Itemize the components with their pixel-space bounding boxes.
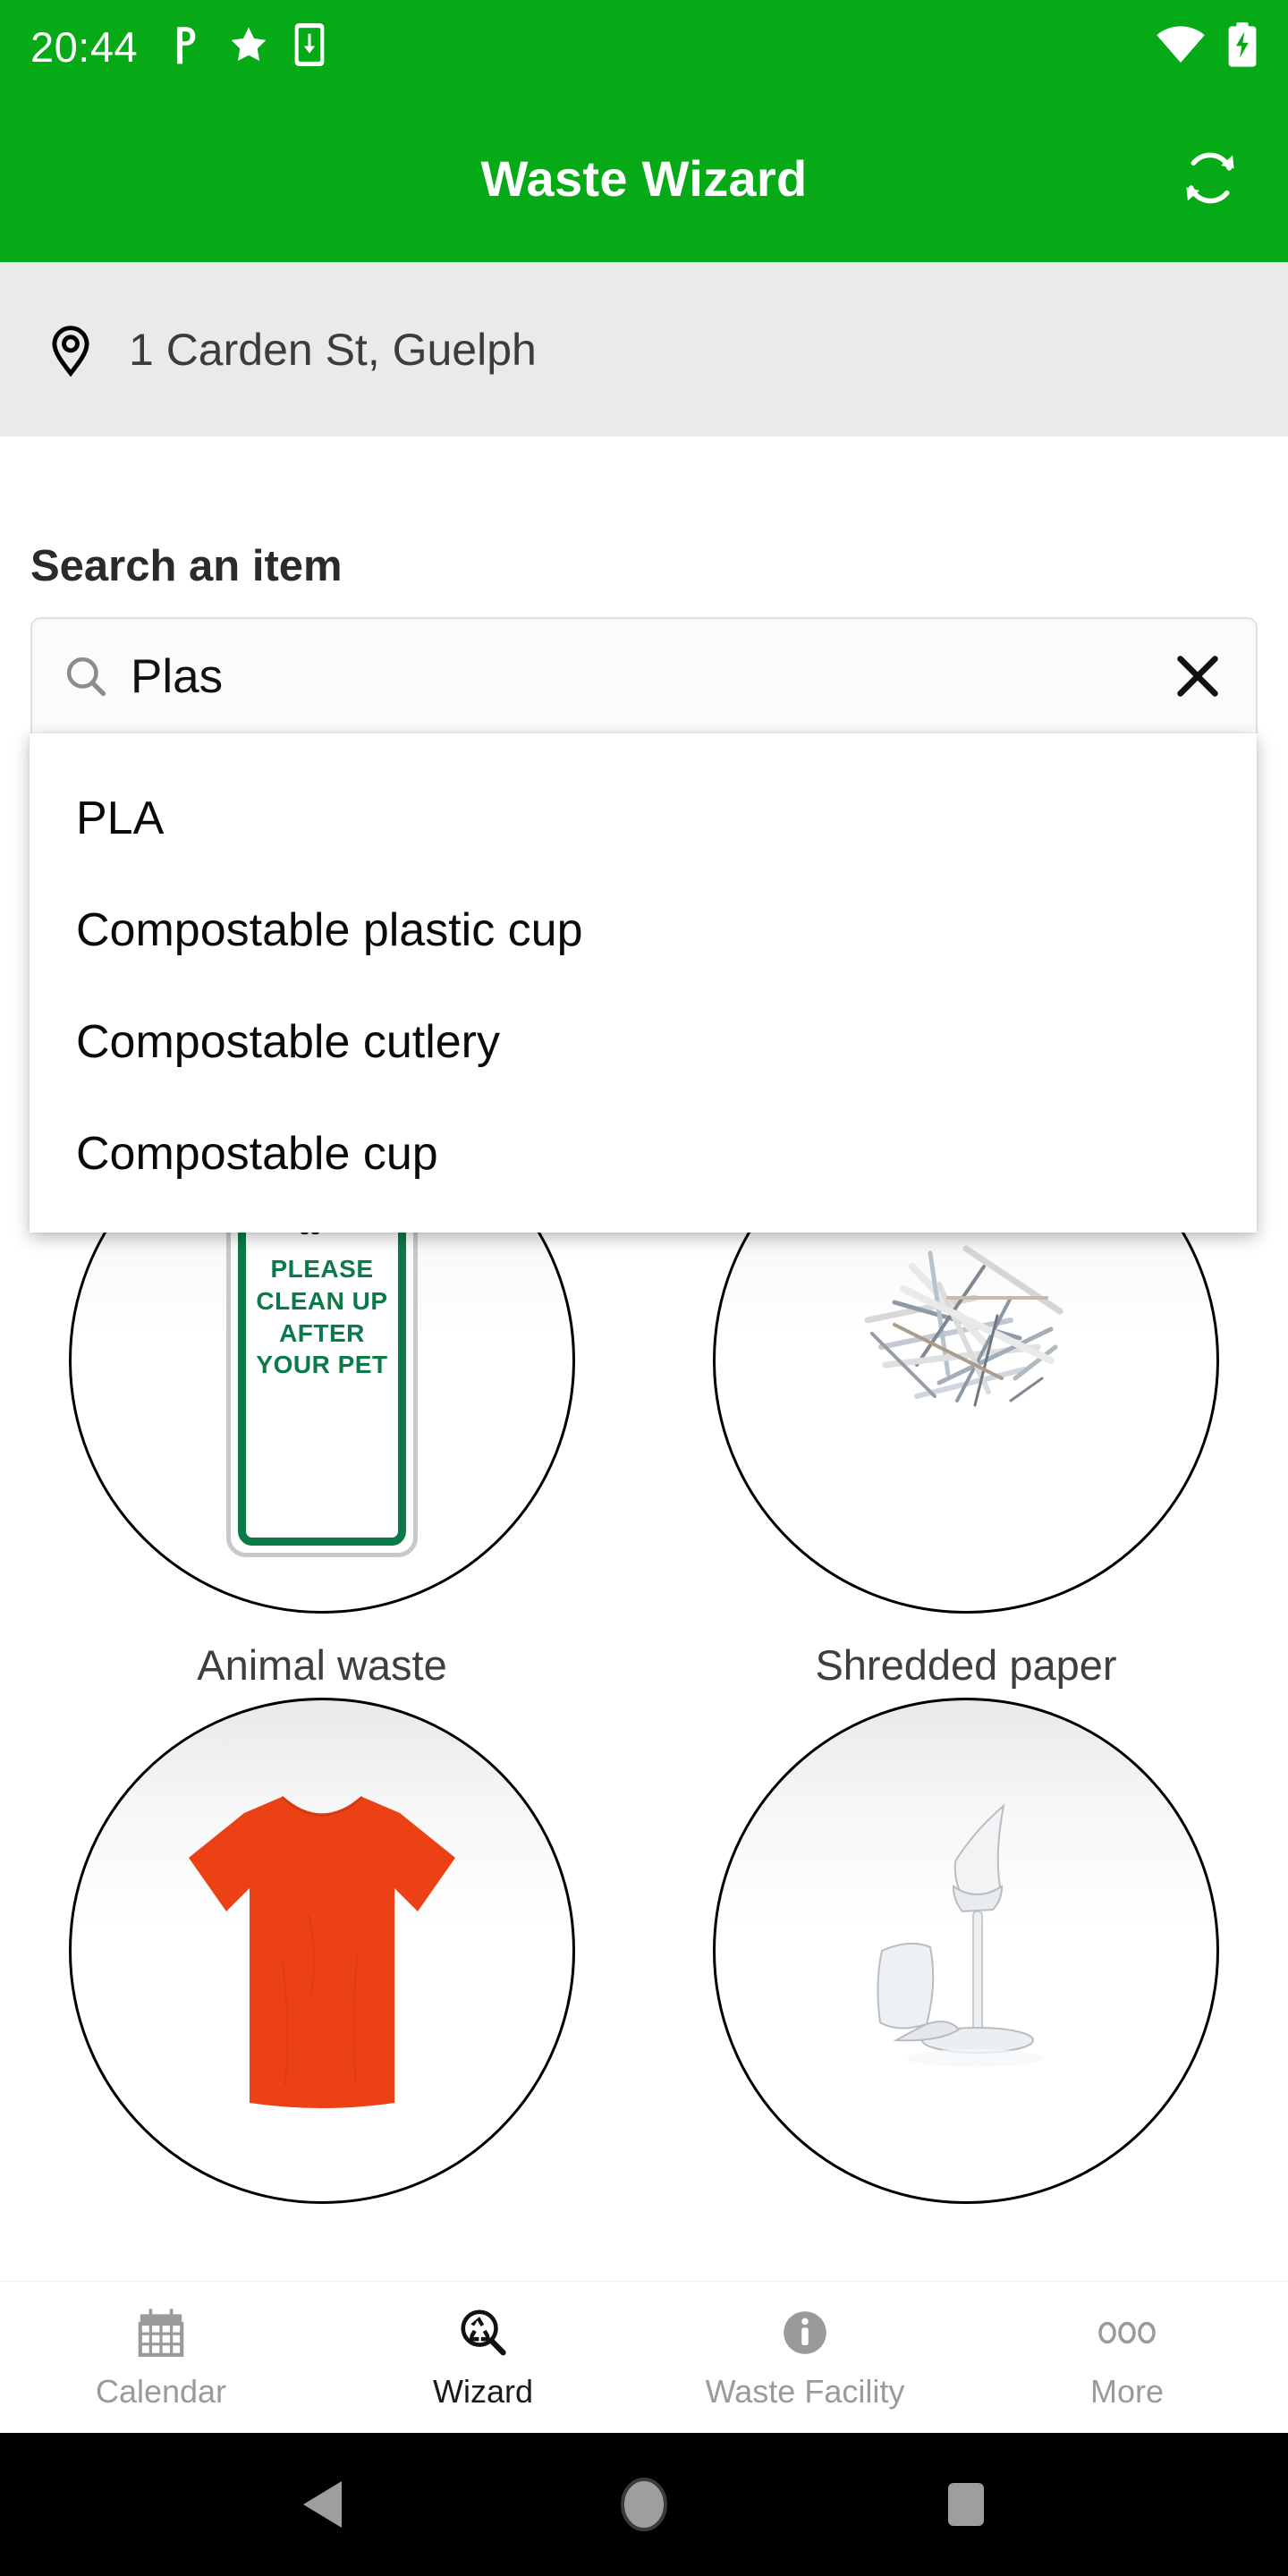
pet-sign-text: PLEASE CLEAN UP AFTER YOUR PET — [256, 1255, 388, 1379]
refresh-sync-icon[interactable] — [1172, 140, 1249, 216]
suggestion-item[interactable]: Compostable cutlery — [30, 986, 1257, 1097]
page-title: Waste Wizard — [480, 149, 808, 207]
suggestion-item[interactable]: Compostable cup — [30, 1097, 1257, 1209]
grid-tile-tshirt[interactable] — [0, 1698, 644, 2288]
grid-tile-label: Animal waste — [197, 1641, 447, 1689]
location-address-text: 1 Carden St, Guelph — [129, 324, 537, 375]
nav-item-calendar[interactable]: Calendar — [0, 2305, 322, 2411]
status-bar-system-icons — [1156, 22, 1258, 72]
location-bar[interactable]: 1 Carden St, Guelph — [0, 262, 1288, 436]
search-suggestions-dropdown: PLA Compostable plastic cup Compostable … — [30, 733, 1257, 1233]
orange-tshirt-image — [69, 1698, 575, 2204]
status-bar-clock: 20:44 — [30, 23, 139, 71]
nav-item-waste-facility[interactable]: Waste Facility — [644, 2305, 966, 2411]
recycle-magnifier-icon — [457, 2305, 509, 2360]
nav-item-more[interactable]: More — [966, 2305, 1288, 2411]
back-triangle-icon[interactable] — [273, 2455, 371, 2554]
recents-square-icon[interactable] — [917, 2455, 1015, 2554]
broken-glass-image — [713, 1698, 1219, 2204]
phone-download-icon — [293, 22, 326, 72]
android-system-navigation — [0, 2433, 1288, 2576]
status-bar: 20:44 — [0, 0, 1288, 94]
search-icon — [63, 653, 109, 699]
info-circle-icon — [780, 2305, 830, 2360]
nav-item-label: Calendar — [95, 2372, 227, 2410]
wifi-icon — [1156, 26, 1206, 68]
nav-item-label: Waste Facility — [705, 2372, 905, 2410]
app-bar: Waste Wizard — [0, 94, 1288, 262]
nav-item-wizard[interactable]: Wizard — [322, 2305, 644, 2411]
three-dots-icon — [1098, 2305, 1156, 2360]
battery-charging-icon — [1227, 22, 1258, 72]
suggestion-item[interactable]: Compostable plastic cup — [30, 874, 1257, 986]
search-input-value: Plas — [131, 649, 224, 703]
search-input[interactable]: Plas — [30, 617, 1258, 733]
grid-tile-broken-glass[interactable] — [644, 1698, 1288, 2288]
location-pin-icon — [43, 322, 98, 377]
nav-item-label: Wizard — [432, 2372, 533, 2410]
star-icon — [227, 24, 270, 70]
grid-tile-label: Shredded paper — [815, 1641, 1117, 1689]
status-bar-notification-icons — [168, 22, 326, 72]
close-x-icon[interactable] — [1170, 648, 1225, 704]
app-screen: 20:44 Waste Wizard 1 Carden St, Guelph S… — [0, 0, 1288, 2576]
suggestion-item[interactable]: PLA — [30, 762, 1257, 874]
parking-p-icon — [168, 24, 204, 70]
calendar-icon — [136, 2305, 186, 2360]
item-grid: PLEASE CLEAN UP AFTER YOUR PET Animal waste — [0, 1107, 1288, 2288]
search-section-label: Search an item — [30, 542, 343, 590]
nav-item-label: More — [1089, 2372, 1165, 2410]
bottom-navigation-bar: Calendar Wizard Waste Facility More — [0, 2281, 1288, 2433]
home-circle-icon[interactable] — [595, 2455, 693, 2554]
